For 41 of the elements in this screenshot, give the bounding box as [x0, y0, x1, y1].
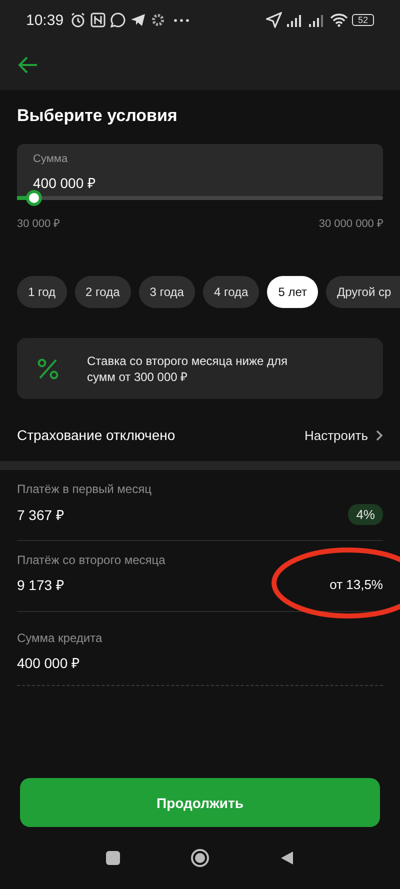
amount-value: 400 000 ₽	[33, 174, 96, 192]
term-chip[interactable]: 4 года	[202, 276, 260, 308]
rate-badge: 4%	[348, 504, 383, 525]
page-title: Выберите условия	[17, 106, 178, 126]
signal-icon	[308, 13, 326, 27]
location-arrow-icon	[266, 12, 282, 28]
amount-slider[interactable]	[17, 190, 383, 206]
rate-value: от 13,5%	[330, 577, 383, 592]
field-label: Сумма	[33, 153, 68, 165]
detail-label: Платёж в первый месяц	[17, 482, 152, 496]
detail-value: 7 367 ₽	[17, 506, 64, 524]
min-amount: 30 000 ₽	[17, 217, 60, 230]
insurance-status: Страхование отключено	[17, 427, 176, 443]
term-chip[interactable]: 1 год	[17, 276, 67, 308]
wifi-icon	[330, 13, 348, 27]
back-arrow-icon	[18, 56, 38, 74]
term-chip[interactable]: 3 года	[138, 276, 195, 308]
more-dots-icon	[174, 18, 189, 22]
term-chip[interactable]: Другой ср	[326, 276, 400, 308]
square-app-icon	[90, 12, 106, 28]
max-amount: 30 000 000 ₽	[318, 217, 383, 230]
battery-level: 52	[352, 14, 374, 26]
detail-label: Сумма кредита	[17, 631, 102, 645]
recents-square-icon[interactable]	[104, 850, 121, 866]
home-circle-icon[interactable]	[190, 848, 210, 868]
percent-icon	[37, 358, 59, 380]
detail-label: Платёж со второго месяца	[17, 553, 166, 567]
term-chip[interactable]: 5 лет	[267, 276, 318, 308]
info-text: Ставка со второго месяца ниже для сумм от 300 000 ₽	[87, 352, 289, 384]
term-chip[interactable]: 2 года	[74, 276, 131, 308]
configure-link[interactable]: Настроить	[304, 428, 383, 442]
signal-icon	[286, 13, 304, 27]
back-triangle-icon[interactable]	[279, 850, 296, 866]
alarm-clock-icon	[70, 12, 86, 28]
detail-value: 9 173 ₽	[17, 576, 64, 594]
paper-plane-icon	[130, 12, 146, 28]
chevron-right-icon	[376, 430, 383, 440]
chat-bubble-icon	[110, 12, 126, 28]
detail-value: 400 000 ₽	[17, 654, 80, 672]
status-time: 10:39	[26, 12, 64, 28]
back-button[interactable]	[18, 56, 38, 74]
